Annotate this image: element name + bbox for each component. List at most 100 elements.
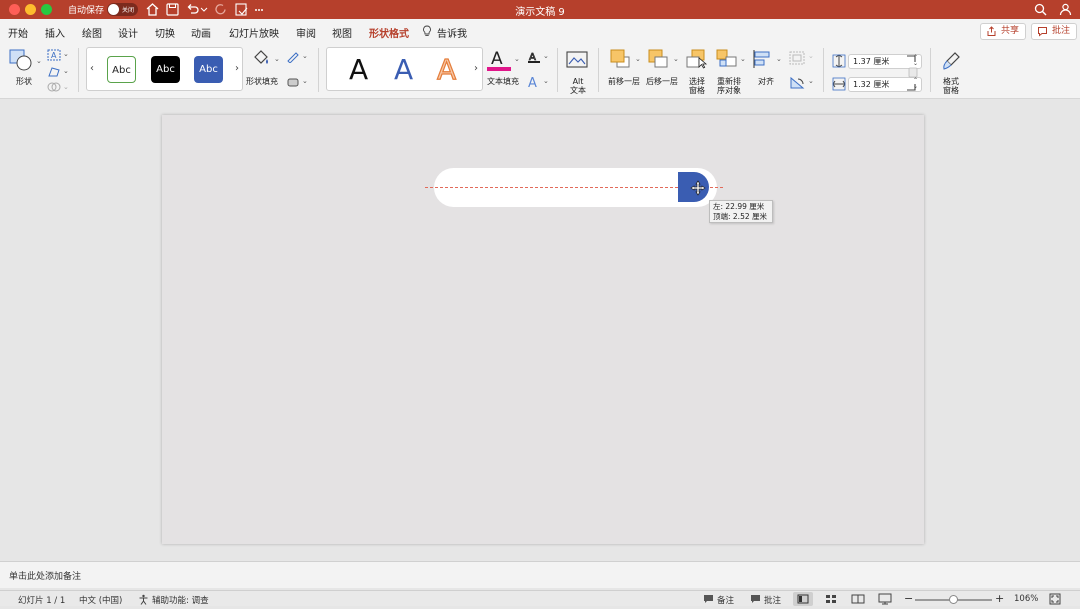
align-dropdown-icon[interactable]: ⌄ <box>776 55 782 63</box>
shape-outline-icon[interactable] <box>286 51 300 63</box>
bring-forward-label[interactable]: 前移一层 <box>608 77 640 86</box>
share-label: 共享 <box>1001 26 1020 36</box>
shape-effects-icon[interactable] <box>286 76 300 88</box>
tab-design[interactable]: 设计 <box>118 25 138 40</box>
text-box-icon[interactable]: A <box>47 49 61 61</box>
align-label[interactable]: 对齐 <box>758 77 774 86</box>
tooltip-left-position: 左: 22.99 厘米 <box>713 202 765 211</box>
separator <box>78 48 79 92</box>
comments-button[interactable]: 批注 <box>1031 23 1078 40</box>
format-pane-label[interactable]: 格式 窗格 <box>942 77 960 95</box>
alt-text-label[interactable]: Alt 文本 <box>568 77 588 95</box>
zoom-out-button[interactable]: − <box>904 592 913 605</box>
send-backward-icon[interactable] <box>648 49 670 69</box>
tab-shape-format[interactable]: 形状格式 <box>369 25 409 45</box>
account-icon[interactable] <box>1058 2 1073 17</box>
text-effects-dropdown-icon[interactable]: ⌄ <box>543 77 549 85</box>
text-box-dropdown-icon[interactable]: ⌄ <box>63 50 69 58</box>
wordart-blue[interactable]: A <box>394 54 413 86</box>
zoom-in-button[interactable]: + <box>995 592 1004 605</box>
selection-pane-icon[interactable] <box>686 49 708 69</box>
edit-shape-icon[interactable] <box>47 66 61 78</box>
selection-pane-label[interactable]: 选择 窗格 <box>688 77 706 95</box>
bring-forward-icon[interactable] <box>610 49 632 69</box>
slide-sorter-view-button[interactable] <box>821 592 841 606</box>
normal-view-icon <box>797 594 809 604</box>
accessibility-icon <box>139 594 148 605</box>
text-fill-icon[interactable]: A <box>487 48 511 72</box>
slideshow-icon <box>878 593 892 605</box>
format-pane-icon[interactable] <box>941 49 963 71</box>
shapes-icon[interactable] <box>9 49 33 71</box>
shape-width-value: 1.32 厘米 <box>853 80 890 89</box>
comments-toggle-button[interactable]: 批注 <box>764 594 781 606</box>
edit-shape-dropdown-icon[interactable]: ⌄ <box>63 67 69 75</box>
shapes-dropdown-icon[interactable]: ⌄ <box>36 57 42 65</box>
shape-outline-dropdown-icon[interactable]: ⌄ <box>302 52 308 60</box>
wordart-black[interactable]: A <box>349 54 368 86</box>
notes-placeholder[interactable]: 单击此处添加备注 <box>9 569 81 582</box>
reorder-objects-icon[interactable] <box>716 49 738 69</box>
shape-style-dark[interactable]: Abc <box>151 56 180 83</box>
tab-insert[interactable]: 插入 <box>45 25 65 40</box>
lock-aspect-ratio-icon[interactable] <box>906 54 918 92</box>
text-outline-dropdown-icon[interactable]: ⌄ <box>543 52 549 60</box>
language-indicator[interactable]: 中文 (中国) <box>79 594 122 606</box>
text-fill-label: 文本填充 <box>487 77 519 86</box>
paint-bucket-icon[interactable] <box>251 48 271 68</box>
ribbon: ⌄ 形状 A ⌄ ⌄ ⌄ ‹ Abc Abc Abc › ⌄ 形状填充 ⌄ ⌄ … <box>0 43 1080 99</box>
ribbon-tabs: 开始 插入 绘图 设计 切换 动画 幻灯片放映 审阅 视图 形状格式 告诉我 共… <box>0 19 1080 45</box>
align-icon[interactable] <box>752 49 774 69</box>
text-outline-icon[interactable]: A <box>527 51 541 63</box>
tab-slideshow[interactable]: 幻灯片放映 <box>229 25 279 40</box>
reading-view-button[interactable] <box>848 592 868 606</box>
shape-effects-dropdown-icon[interactable]: ⌄ <box>302 77 308 85</box>
slide-sorter-icon <box>826 595 836 603</box>
shape-style-outline[interactable]: Abc <box>107 56 136 83</box>
zoom-slider-thumb[interactable] <box>949 595 958 604</box>
send-backward-label[interactable]: 后移一层 <box>646 77 678 86</box>
reorder-line2: 序对象 <box>717 86 741 95</box>
tab-home[interactable]: 开始 <box>8 25 28 40</box>
gallery-prev-icon[interactable]: ‹ <box>90 63 94 74</box>
shape-style-blue[interactable]: Abc <box>194 56 223 83</box>
share-icon <box>987 26 996 36</box>
tell-me-search[interactable]: 告诉我 <box>437 25 467 40</box>
send-backward-dropdown-icon[interactable]: ⌄ <box>673 55 679 63</box>
lightbulb-icon <box>423 25 431 36</box>
wordart-orange-outline[interactable]: A <box>436 53 456 86</box>
notes-toggle-button[interactable]: 备注 <box>717 594 734 606</box>
wordart-gallery-next-icon[interactable]: › <box>474 63 478 74</box>
reorder-objects-label[interactable]: 重新排 序对象 <box>716 77 742 95</box>
notes-pane[interactable]: 单击此处添加备注 <box>0 561 1080 588</box>
separator <box>557 48 558 92</box>
tab-review[interactable]: 审阅 <box>296 25 316 40</box>
text-fill-dropdown-icon[interactable]: ⌄ <box>514 55 520 63</box>
bring-forward-dropdown-icon[interactable]: ⌄ <box>635 55 641 63</box>
normal-view-button[interactable] <box>793 592 813 606</box>
shapes-label: 形状 <box>16 77 32 86</box>
shape-fill-dropdown-icon[interactable]: ⌄ <box>274 55 280 63</box>
tab-transitions[interactable]: 切换 <box>155 25 175 40</box>
rotate-icon[interactable] <box>789 76 805 90</box>
tab-draw[interactable]: 绘图 <box>82 25 102 40</box>
merge-shapes-dropdown-icon: ⌄ <box>63 83 69 91</box>
accessibility-status[interactable]: 辅助功能: 调查 <box>152 594 209 606</box>
gallery-next-icon[interactable]: › <box>235 63 239 74</box>
text-effects-icon[interactable]: A <box>527 75 541 89</box>
comment-icon <box>1038 27 1047 37</box>
notes-icon <box>704 595 713 603</box>
tab-animations[interactable]: 动画 <box>191 25 211 40</box>
slideshow-view-button[interactable] <box>875 592 895 606</box>
shape-width-icon-display <box>832 77 846 91</box>
tab-view[interactable]: 视图 <box>332 25 352 40</box>
rotate-dropdown-icon[interactable]: ⌄ <box>808 77 814 85</box>
share-button[interactable]: 共享 <box>980 23 1027 40</box>
search-icon[interactable] <box>1033 2 1048 17</box>
reorder-dropdown-icon[interactable]: ⌄ <box>740 55 746 63</box>
zoom-percentage[interactable]: 106% <box>1014 594 1038 604</box>
move-cursor-icon <box>690 180 706 196</box>
fit-to-window-icon[interactable] <box>1049 593 1061 605</box>
status-bar: 幻灯片 1 / 1 中文 (中国) 辅助功能: 调查 备注 批注 − + 106… <box>0 590 1080 606</box>
alt-text-icon[interactable] <box>566 50 590 70</box>
